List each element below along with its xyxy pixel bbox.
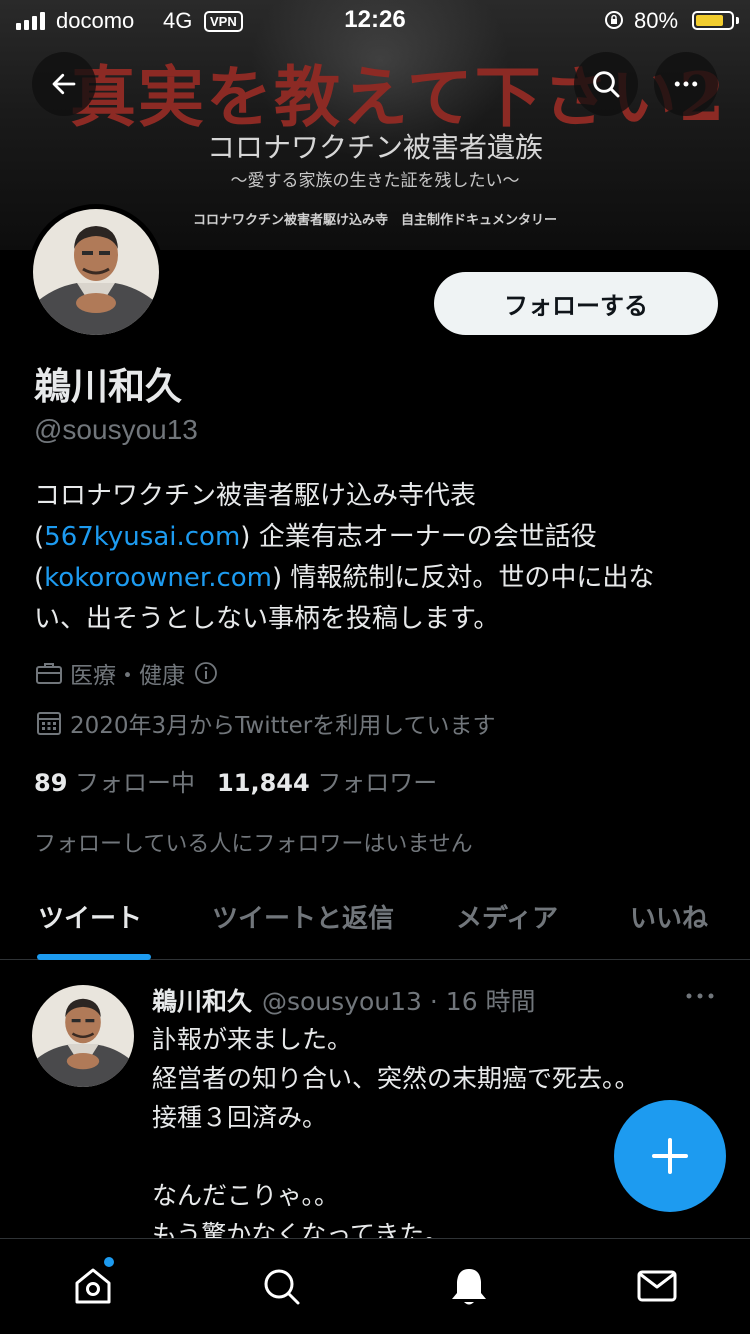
bottom-navigation: [0, 1238, 750, 1334]
more-horizontal-icon: [674, 81, 698, 87]
nav-search[interactable]: [256, 1261, 306, 1311]
tweet-header: 鵜川和久 @sousyou13 · 16 時間: [152, 982, 536, 1018]
search-icon: [264, 1269, 300, 1305]
bio-text: ) 企業有志オーナーの会世話役: [240, 522, 597, 552]
battery-icon: [692, 11, 734, 30]
tab-likes[interactable]: いいね: [630, 898, 708, 935]
bio-text: (: [34, 563, 45, 593]
profile-category: 医療・健康: [34, 656, 227, 690]
home-icon: [75, 1268, 111, 1304]
follow-button[interactable]: フォローする: [434, 272, 718, 335]
bio-line: い、出そうとしない事柄を投稿します。: [34, 604, 500, 634]
followers-label: フォロワー: [317, 769, 438, 797]
profile-avatar[interactable]: [28, 204, 164, 340]
plus-icon: [652, 1138, 688, 1174]
banner-subtitle: コロナワクチン被害者遺族: [206, 131, 543, 164]
briefcase-icon: [34, 658, 64, 688]
join-date: 2020年3月からTwitterを利用しています: [34, 706, 496, 740]
tab-tweets[interactable]: ツイート: [38, 898, 142, 935]
compose-tweet-button[interactable]: [614, 1100, 726, 1212]
tweet-avatar[interactable]: [32, 985, 134, 1087]
bio-link-567kyusai[interactable]: 567kyusai.com: [44, 522, 240, 552]
messages-icon: [637, 1270, 677, 1302]
following-label: フォロー中: [75, 769, 196, 797]
status-bar: docomo 4G VPN 12:26 80%: [0, 0, 750, 40]
battery-percent: 80%: [634, 8, 679, 33]
following-link[interactable]: 89 フォロー中: [34, 763, 195, 798]
bio-line: コロナワクチン被害者駆け込み寺代表: [34, 481, 477, 511]
followed-by-note: フォローしている人にフォロワーはいません: [34, 832, 473, 857]
nav-messages[interactable]: [632, 1261, 682, 1311]
profile-bio: コロナワクチン被害者駆け込み寺代表 (567kyusai.com) 企業有志オー…: [34, 476, 724, 640]
display-name: 鵜川和久: [34, 365, 182, 408]
back-button[interactable]: [32, 52, 96, 116]
arrow-left-icon: [52, 73, 76, 95]
tweet-meta: @sousyou13 · 16 時間: [262, 987, 536, 1016]
nav-notifications[interactable]: [444, 1261, 494, 1311]
banner-tagline: 〜愛する家族の生きた証を残したい〜: [230, 171, 520, 191]
bio-line: (kokoroowner.com) 情報統制に反対。世の中に出な: [34, 558, 724, 599]
notifications-icon: [452, 1269, 486, 1305]
bio-text: (: [34, 522, 45, 552]
category-label: 医療・健康: [70, 663, 185, 689]
following-count: 89: [34, 769, 68, 797]
unread-dot: [104, 1257, 114, 1267]
search-button[interactable]: [574, 52, 638, 116]
info-icon[interactable]: [191, 658, 221, 688]
search-icon: [593, 71, 620, 98]
join-date-label: 2020年3月からTwitterを利用しています: [70, 713, 496, 739]
battery-nub: [736, 17, 739, 24]
user-handle: @sousyou13: [34, 414, 198, 445]
followers-count: 11,844: [217, 769, 310, 797]
tab-media[interactable]: メディア: [456, 898, 558, 935]
bio-link-kokoroowner[interactable]: kokoroowner.com: [44, 563, 272, 593]
bio-text: ) 情報統制に反対。世の中に出な: [272, 563, 655, 593]
avatar-photo: [33, 209, 159, 335]
battery-level: [696, 15, 723, 26]
calendar-icon: [34, 708, 64, 738]
tab-tweets-and-replies[interactable]: ツイートと返信: [212, 898, 394, 935]
tweet-author-name[interactable]: 鵜川和久: [152, 982, 252, 1018]
profile-tabs: ツイート ツイートと返信 メディア いいね: [0, 880, 750, 960]
avatar-photo: [32, 985, 134, 1087]
orientation-lock-icon: [605, 11, 623, 29]
nav-home[interactable]: [68, 1261, 118, 1311]
follow-stats: 89 フォロー中 11,844 フォロワー: [34, 763, 437, 798]
tweet-more-icon[interactable]: [684, 986, 716, 1006]
more-options-button[interactable]: [654, 52, 718, 116]
bio-line: (567kyusai.com) 企業有志オーナーの会世話役: [34, 517, 724, 558]
followers-link[interactable]: 11,844 フォロワー: [217, 763, 437, 798]
